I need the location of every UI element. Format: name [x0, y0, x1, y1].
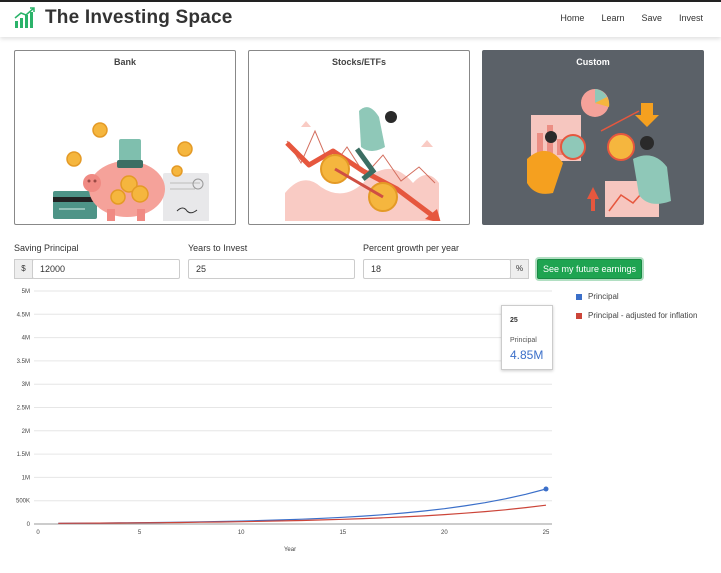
y-tick-label: 3M: [22, 382, 30, 388]
currency-addon: $: [14, 259, 33, 279]
y-tick-label: 2.5M: [17, 406, 30, 412]
x-tick-label: 15: [339, 530, 346, 536]
nav-links: Home Learn Save Invest: [543, 13, 703, 23]
inflation-line: [58, 504, 547, 524]
y-tick-label: 500K: [16, 499, 30, 505]
legend-label-principal: Principal: [588, 292, 619, 301]
y-tick-label: 5M: [22, 289, 30, 295]
app-title: The Investing Space: [45, 7, 233, 28]
card-stocks[interactable]: Stocks/ETFs: [248, 50, 470, 225]
card-custom-title: Custom: [576, 57, 610, 67]
brand[interactable]: The Investing Space: [14, 7, 233, 29]
legend-swatch-inflation: [576, 312, 582, 319]
x-tick-label: 10: [238, 530, 245, 536]
tooltip-value: 4.85M: [510, 348, 544, 362]
y-tick-label: 1M: [22, 475, 30, 481]
y-tick-label: 1.5M: [17, 452, 30, 458]
growth-label: Percent growth per year: [363, 243, 460, 253]
tooltip-label: Principal: [510, 337, 537, 344]
tooltip-title: 25: [510, 317, 518, 324]
custom-portfolio-illustration: [527, 89, 671, 217]
legend-label-inflation: Principal - adjusted for inflation: [588, 311, 698, 320]
legend-item-principal[interactable]: Principal: [576, 292, 619, 301]
x-axis-label: Year: [284, 547, 296, 553]
y-tick-label: 0: [27, 522, 31, 528]
nav-home[interactable]: Home: [560, 13, 584, 23]
piggy-bank-illustration: [53, 122, 209, 221]
x-tick-label: 0: [36, 530, 40, 536]
nav-save[interactable]: Save: [641, 13, 662, 23]
principal-input[interactable]: [32, 259, 180, 279]
see-future-earnings-button[interactable]: See my future earnings: [537, 259, 642, 279]
legend-item-inflation[interactable]: Principal - adjusted for inflation: [576, 311, 697, 320]
nav-learn[interactable]: Learn: [601, 13, 624, 23]
navbar: The Investing Space Home Learn Save Inve…: [0, 0, 721, 37]
years-input[interactable]: [188, 259, 355, 279]
card-custom[interactable]: Custom: [482, 50, 704, 225]
y-tick-label: 2M: [22, 429, 30, 435]
x-tick-label: 20: [441, 530, 448, 536]
growth-input[interactable]: [363, 259, 511, 279]
growth-chart-logo-icon: [14, 7, 35, 28]
percent-addon: %: [510, 259, 529, 279]
nav-invest[interactable]: Invest: [679, 13, 703, 23]
y-tick-label: 3.5M: [17, 359, 30, 365]
hover-point: [543, 486, 549, 492]
years-label: Years to Invest: [188, 243, 248, 253]
y-tick-label: 4M: [22, 336, 30, 342]
legend-swatch-principal: [576, 293, 582, 300]
card-bank[interactable]: Bank: [14, 50, 236, 225]
card-bank-title: Bank: [113, 57, 136, 67]
card-stocks-title: Stocks/ETFs: [331, 57, 387, 67]
principal-line: [58, 488, 547, 524]
y-tick-label: 4.5M: [17, 312, 30, 318]
x-tick-label: 25: [543, 530, 550, 536]
x-tick-label: 5: [138, 530, 142, 536]
principal-label: Saving Principal: [14, 243, 79, 253]
stocks-illustration: [285, 107, 441, 221]
chart-tooltip: 25 Principal 4.85M: [501, 305, 553, 370]
growth-chart: 0 500K 1M 1.5M 2M 2.5M 3M 3.5M 4M 4.5M 5M 0 5 10 15 20 2…: [16, 289, 552, 553]
